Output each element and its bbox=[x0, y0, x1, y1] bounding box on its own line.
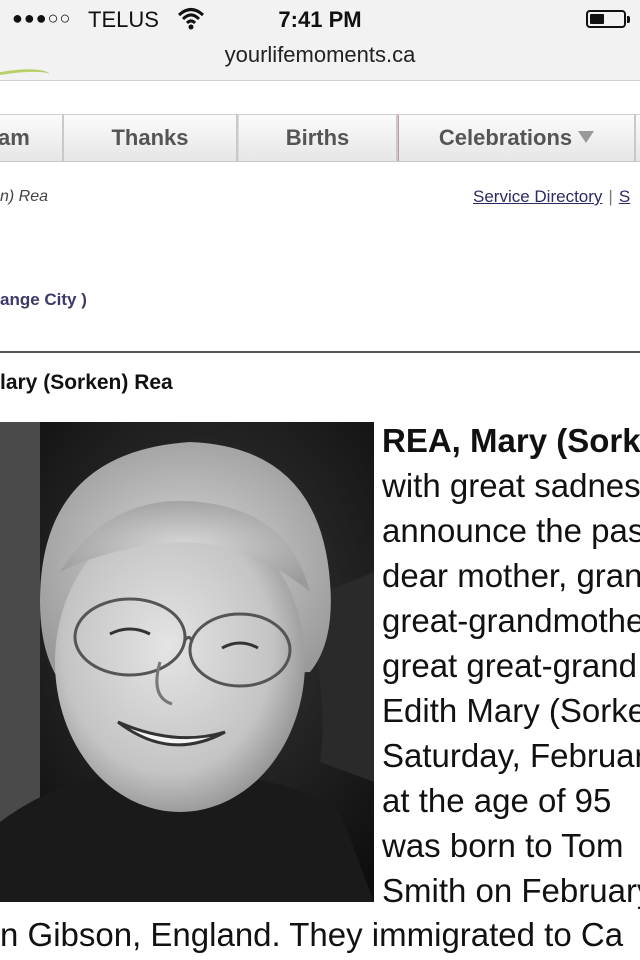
obituary-line: great-grandmother bbox=[382, 602, 640, 639]
location-text: ange City ) bbox=[0, 290, 87, 309]
battery-icon bbox=[586, 10, 630, 28]
obituary-line: at the age of 95 bbox=[382, 782, 612, 819]
obituary-line: great great-grand bbox=[382, 647, 637, 684]
obituary-line: with great sadness bbox=[382, 467, 640, 504]
obituary-heading: lary (Sorken) Rea bbox=[0, 371, 173, 394]
tab-thanks[interactable]: Thanks bbox=[64, 115, 238, 161]
dropdown-arrow-icon bbox=[578, 131, 595, 143]
clock: 7:41 PM bbox=[278, 7, 362, 32]
obituary-line: Saturday, February bbox=[382, 737, 640, 774]
next-link[interactable]: S bbox=[619, 187, 630, 206]
obituary-line: Smith on February bbox=[382, 872, 640, 909]
obituary-line: REA, Mary (Sorken) bbox=[382, 422, 640, 459]
battery-nub bbox=[627, 16, 630, 23]
status-bar: ●●●○○ TELUS 7:41 PM bbox=[0, 0, 640, 40]
obituary-text: REA, Mary (Sorken) with great sadness an… bbox=[382, 418, 640, 913]
tab-celebrations-label: Celebrations bbox=[438, 125, 573, 150]
tab-births[interactable]: Births bbox=[238, 115, 398, 161]
url-bar[interactable]: yourlifemoments.ca bbox=[0, 40, 640, 91]
tab-celebrations[interactable]: Celebrations bbox=[398, 115, 636, 161]
breadcrumb: n) Rea bbox=[0, 188, 49, 205]
obituary-line: Edith Mary (Sorken) bbox=[382, 692, 640, 729]
divider bbox=[0, 351, 640, 353]
url-text[interactable]: yourlifemoments.ca bbox=[0, 42, 640, 68]
obituary-line-full: n Gibson, England. They immigrated to Ca bbox=[0, 916, 624, 953]
obituary-line: announce the passing bbox=[382, 512, 640, 549]
tab-am[interactable]: am bbox=[0, 115, 64, 161]
service-directory-link[interactable]: Service Directory bbox=[473, 187, 602, 206]
top-links: Service Directory | S bbox=[473, 187, 630, 207]
obituary-line: was born to Tom bbox=[382, 827, 624, 864]
battery-fill bbox=[590, 14, 604, 24]
logo-swoosh bbox=[0, 66, 51, 91]
link-separator: | bbox=[608, 187, 613, 206]
portrait-photo bbox=[0, 422, 374, 902]
main-nav: am Thanks Births Celebrations bbox=[0, 114, 640, 162]
obituary-line: dear mother, grand bbox=[382, 557, 640, 594]
